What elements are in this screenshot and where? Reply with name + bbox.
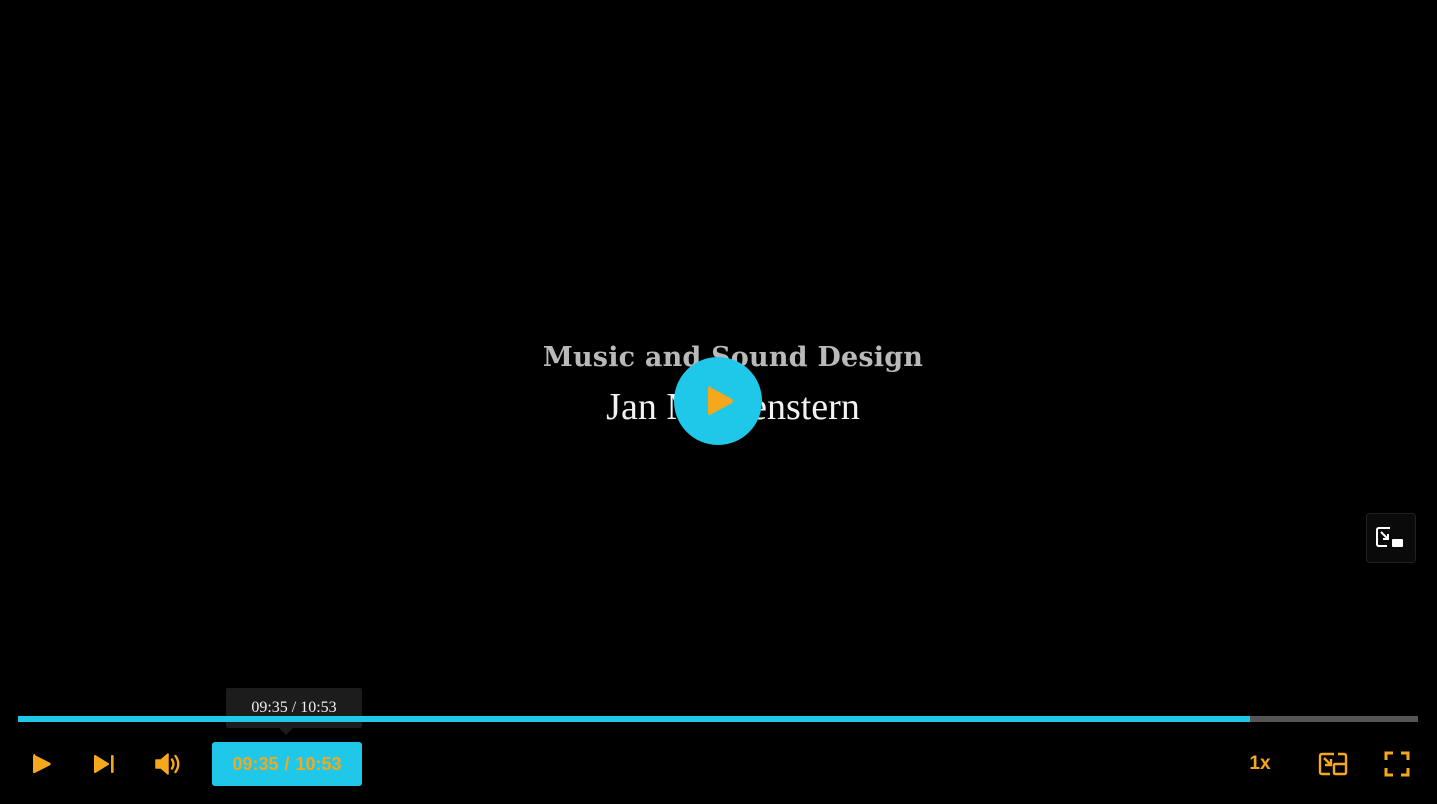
play-icon	[708, 386, 733, 416]
fullscreen-icon	[1384, 751, 1410, 777]
playback-speed-button[interactable]: 1x	[1236, 742, 1284, 786]
tooltip-arrow	[279, 728, 293, 735]
picture-in-picture-button[interactable]	[1310, 742, 1356, 786]
picture-in-picture-icon	[1376, 527, 1403, 547]
duration: 10:53	[295, 753, 342, 774]
picture-in-picture-icon	[1318, 752, 1348, 776]
play-button[interactable]	[18, 742, 64, 786]
current-time: 09:35	[232, 753, 279, 774]
volume-button[interactable]	[146, 742, 190, 786]
big-play-button[interactable]	[674, 357, 762, 445]
time-display[interactable]: 09:35 / 10:53	[212, 742, 362, 786]
skip-next-icon	[94, 755, 114, 773]
picture-in-picture-overlay-button[interactable]	[1366, 513, 1416, 563]
time-tooltip: 09:35 / 10:53	[226, 688, 362, 728]
video-player[interactable]: Music and Sound Design Jan Morgenstern 0…	[0, 0, 1437, 804]
fullscreen-button[interactable]	[1374, 742, 1420, 786]
progress-bar[interactable]	[18, 716, 1418, 722]
next-button[interactable]	[82, 742, 126, 786]
progress-fill	[18, 716, 1250, 722]
volume-icon	[155, 753, 180, 775]
play-icon	[33, 754, 51, 774]
time-separator: /	[284, 753, 290, 774]
